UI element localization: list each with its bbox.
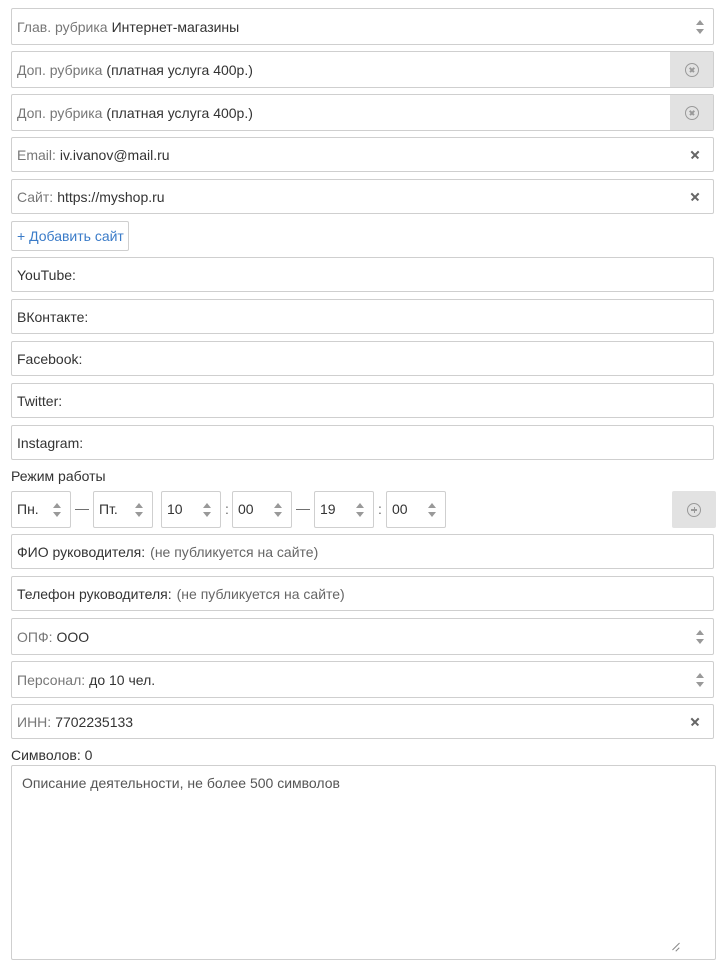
description-textarea[interactable]: [11, 765, 716, 960]
updown-arrows-icon: [696, 20, 704, 34]
director-name-field[interactable]: ФИО руководителя: (не публикуется на сай…: [11, 534, 714, 569]
circle-plus-icon: [687, 502, 701, 517]
symbols-counter: Символов: 0: [11, 747, 92, 763]
min-from-select[interactable]: 00: [232, 491, 292, 528]
updown-arrows-icon: [274, 503, 282, 517]
min-from-value: 00: [238, 501, 254, 517]
symbols-count: 0: [84, 747, 93, 763]
opf-select[interactable]: ОПФ: ООО: [11, 618, 714, 655]
clear-site-icon[interactable]: [689, 191, 701, 203]
main-rubric-label: Глав. рубрика: [17, 18, 108, 35]
extra-rubric-label: Доп. рубрика: [17, 104, 103, 121]
inn-field[interactable]: ИНН: 7702235133: [11, 704, 714, 739]
site-field[interactable]: Сайт: https://myshop.ru: [11, 179, 714, 214]
updown-arrows-icon: [696, 673, 704, 687]
instagram-field[interactable]: Instagram:: [11, 425, 714, 460]
opf-value: ООО: [56, 628, 90, 645]
facebook-field[interactable]: Facebook:: [11, 341, 714, 376]
inn-label: ИНН:: [17, 713, 52, 730]
opf-label: ОПФ:: [17, 628, 53, 645]
min-to-value: 00: [392, 501, 408, 517]
staff-select[interactable]: Персонал: до 10 чел.: [11, 661, 714, 698]
email-field[interactable]: Email: iv.ivanov@mail.ru: [11, 137, 714, 172]
day-to-select[interactable]: Пт.: [93, 491, 153, 528]
updown-arrows-icon: [203, 503, 211, 517]
clear-inn-icon[interactable]: [689, 716, 701, 728]
circle-close-icon: [684, 62, 699, 77]
inn-value: 7702235133: [55, 713, 134, 730]
main-rubric-value: Интернет-магазины: [111, 18, 240, 35]
vk-label: ВКонтакте:: [17, 308, 89, 325]
director-phone-field[interactable]: Телефон руководителя: (не публикуется на…: [11, 576, 714, 611]
day-from-value: Пн.: [17, 501, 39, 517]
director-name-label: ФИО руководителя:: [17, 543, 146, 560]
add-schedule-button[interactable]: [672, 491, 716, 528]
hour-from-value: 10: [167, 501, 183, 517]
vk-field[interactable]: ВКонтакте:: [11, 299, 714, 334]
hour-to-value: 19: [320, 501, 336, 517]
extra-rubric-label: Доп. рубрика: [17, 61, 103, 78]
remove-rubric-button[interactable]: [670, 52, 713, 87]
updown-arrows-icon: [356, 503, 364, 517]
twitter-field[interactable]: Twitter:: [11, 383, 714, 418]
updown-arrows-icon: [428, 503, 436, 517]
extra-rubric-hint: (платная услуга 400р.): [106, 61, 253, 78]
clear-email-icon[interactable]: [689, 149, 701, 161]
staff-label: Персонал:: [17, 671, 86, 688]
updown-arrows-icon: [53, 503, 61, 517]
symbols-label: Символов:: [11, 747, 81, 763]
extra-rubric-hint: (платная услуга 400р.): [106, 104, 253, 121]
email-value: iv.ivanov@mail.ru: [59, 146, 170, 163]
day-to-value: Пт.: [99, 501, 118, 517]
range-dash: —: [296, 500, 310, 516]
day-from-select[interactable]: Пн.: [11, 491, 71, 528]
director-phone-label: Телефон руководителя:: [17, 585, 172, 602]
hour-from-select[interactable]: 10: [161, 491, 221, 528]
twitter-label: Twitter:: [17, 392, 63, 409]
resize-grip-icon[interactable]: [670, 942, 680, 952]
site-label: Сайт:: [17, 188, 54, 205]
remove-rubric-button[interactable]: [670, 95, 713, 130]
director-phone-placeholder: (не публикуется на сайте): [176, 585, 345, 602]
site-value: https://myshop.ru: [57, 188, 165, 205]
time-colon: :: [378, 501, 382, 517]
instagram-label: Instagram:: [17, 434, 84, 451]
director-name-placeholder: (не публикуется на сайте): [150, 543, 319, 560]
min-to-select[interactable]: 00: [386, 491, 446, 528]
email-label: Email:: [17, 146, 56, 163]
extra-rubric-select-1[interactable]: Доп. рубрика (платная услуга 400р.): [11, 51, 714, 88]
schedule-title: Режим работы: [11, 468, 106, 484]
main-rubric-select[interactable]: Глав. рубрика Интернет-магазины: [11, 8, 714, 45]
add-site-button[interactable]: + Добавить сайт: [11, 221, 129, 251]
extra-rubric-select-2[interactable]: Доп. рубрика (платная услуга 400р.): [11, 94, 714, 131]
facebook-label: Facebook:: [17, 350, 83, 367]
youtube-field[interactable]: YouTube:: [11, 257, 714, 292]
staff-value: до 10 чел.: [89, 671, 156, 688]
range-dash: —: [75, 500, 89, 516]
youtube-label: YouTube:: [17, 266, 76, 283]
circle-close-icon: [684, 105, 699, 120]
updown-arrows-icon: [135, 503, 143, 517]
updown-arrows-icon: [696, 630, 704, 644]
time-colon: :: [225, 501, 229, 517]
hour-to-select[interactable]: 19: [314, 491, 374, 528]
